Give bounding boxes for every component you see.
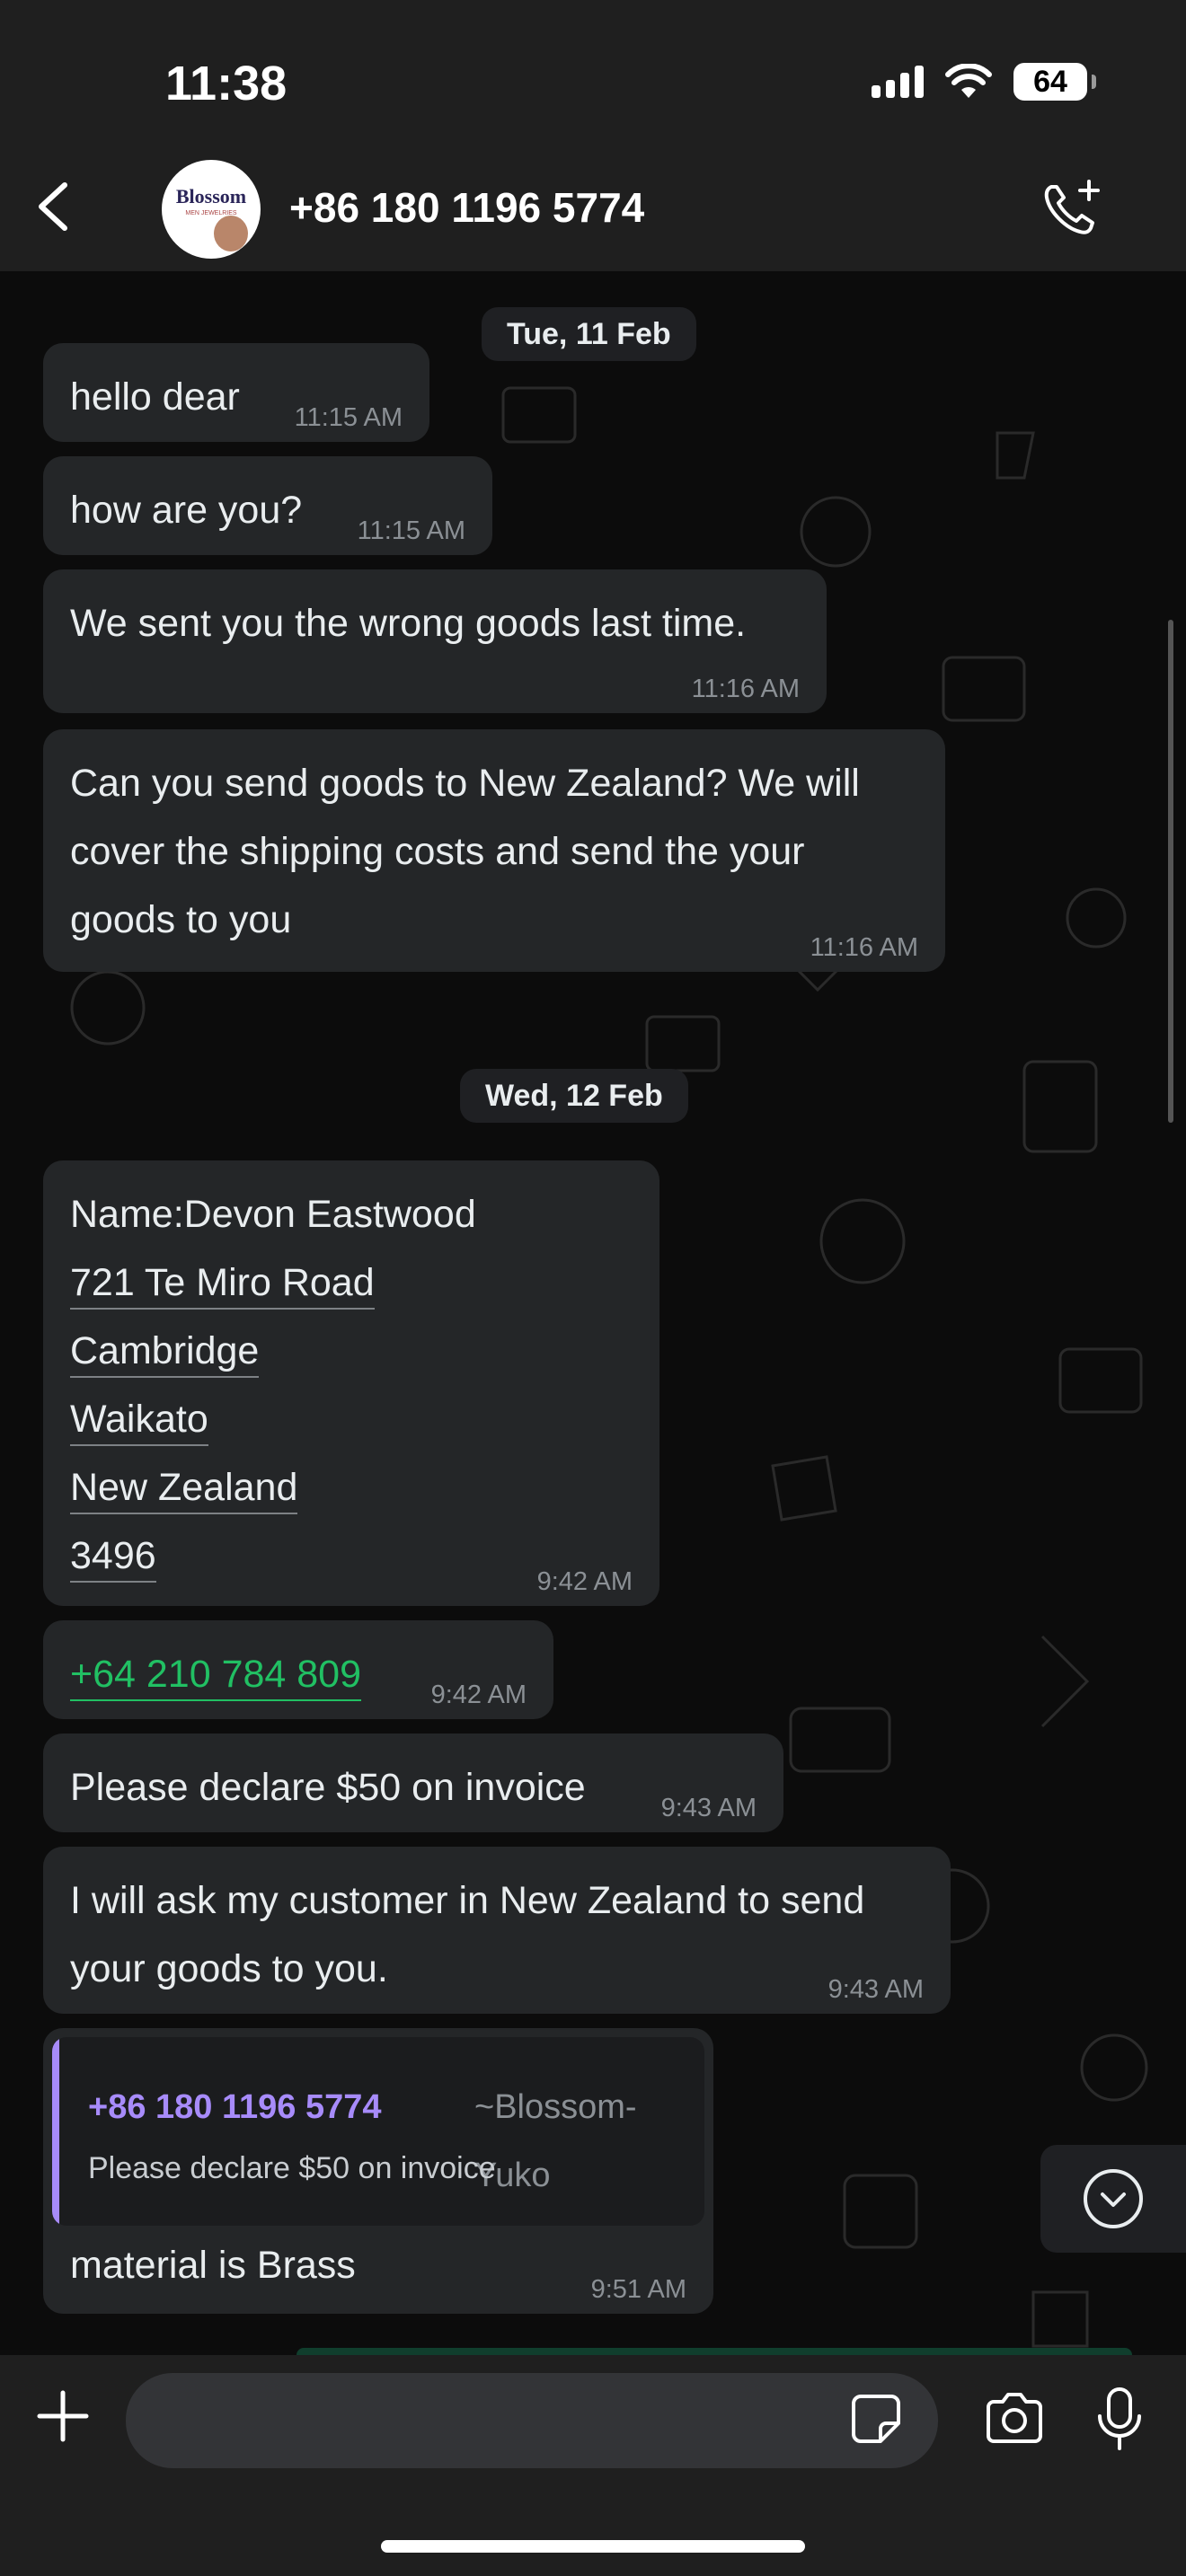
address-link[interactable]: 3496: [70, 1531, 156, 1583]
message-bubble[interactable]: Please declare $50 on invoice 9:43 AM: [43, 1734, 783, 1832]
date-separator: Wed, 12 Feb: [460, 1069, 688, 1123]
plus-icon[interactable]: [34, 2387, 92, 2445]
message-text: how are you?: [70, 489, 303, 532]
message-time: 9:42 AM: [430, 1681, 527, 1709]
address-link[interactable]: Waikato: [70, 1394, 208, 1446]
message-text: material is Brass: [70, 2244, 356, 2287]
quote-text: Please declare $50 on invoice: [88, 2151, 496, 2185]
address-link[interactable]: 721 Te Miro Road: [70, 1257, 375, 1310]
microphone-icon[interactable]: [1094, 2386, 1145, 2454]
message-text: hello dear: [70, 375, 240, 419]
quote-bar: [52, 2037, 59, 2226]
message-time: 9:43 AM: [828, 1975, 924, 2004]
avatar-brand: Blossom: [175, 185, 247, 207]
quote-sender: +86 180 1196 5774: [88, 2088, 382, 2126]
address-link[interactable]: New Zealand: [70, 1462, 298, 1514]
message-bubble[interactable]: hello dear 11:15 AM: [43, 343, 429, 442]
quote-alias: ~Blossom-Yuko: [474, 2088, 637, 2194]
message-time: 9:43 AM: [660, 1794, 757, 1822]
quoted-message[interactable]: +86 180 1196 5774 ~Blossom-Yuko Please d…: [52, 2037, 704, 2226]
status-time: 11:38: [165, 57, 288, 110]
status-icons: 64: [872, 63, 1096, 101]
message-input[interactable]: [126, 2373, 938, 2468]
sticker-icon[interactable]: [848, 2391, 904, 2447]
home-indicator[interactable]: [381, 2540, 805, 2553]
message-time: 9:42 AM: [536, 1567, 633, 1596]
phone-link[interactable]: +64 210 784 809: [70, 1649, 362, 1701]
scrollbar[interactable]: [1168, 620, 1173, 1123]
message-text: We sent you the wrong goods last time.: [70, 602, 747, 645]
message-time: 11:15 AM: [357, 516, 465, 545]
date-separator: Tue, 11 Feb: [482, 307, 696, 361]
message-bubble[interactable]: We sent you the wrong goods last time. 1…: [43, 569, 827, 713]
avatar[interactable]: Blossom MEN JEWELRIES: [162, 160, 261, 259]
camera-icon[interactable]: [983, 2391, 1046, 2447]
chevron-down-icon: [1084, 2169, 1143, 2228]
message-text: I will ask my customer in New Zealand to…: [70, 1879, 865, 1990]
message-preview-edge: [296, 2348, 1132, 2355]
reply-message[interactable]: +86 180 1196 5774 ~Blossom-Yuko Please d…: [43, 2028, 713, 2314]
avatar-photo: [214, 216, 248, 251]
message-bubble[interactable]: how are you? 11:15 AM: [43, 456, 492, 555]
message-text: Can you send goods to New Zealand? We wi…: [70, 762, 860, 941]
message-time: 11:16 AM: [691, 675, 800, 703]
message-time: 11:15 AM: [294, 403, 403, 432]
message-time: 11:16 AM: [810, 933, 918, 962]
battery-icon: 64: [1013, 63, 1096, 101]
message-bubble[interactable]: Can you send goods to New Zealand? We wi…: [43, 729, 945, 972]
address-name: Name:Devon Eastwood: [70, 1193, 476, 1236]
composer-bar: [0, 2355, 1186, 2576]
contact-name[interactable]: +86 180 1196 5774: [289, 183, 644, 232]
avatar-subtext: MEN JEWELRIES: [185, 210, 237, 216]
wifi-icon: [945, 64, 992, 98]
message-time: 9:51 AM: [590, 2275, 686, 2304]
signal-icon: [872, 66, 924, 98]
add-call-icon[interactable]: [1039, 176, 1105, 243]
address-message[interactable]: Name:Devon Eastwood 721 Te Miro Road Cam…: [43, 1160, 659, 1606]
message-bubble[interactable]: I will ask my customer in New Zealand to…: [43, 1847, 951, 2014]
scroll-to-bottom-button[interactable]: [1040, 2145, 1186, 2253]
chat-area[interactable]: Tue, 11 Feb hello dear 11:15 AM how are …: [0, 271, 1186, 2355]
message-text: Please declare $50 on invoice: [70, 1766, 586, 1809]
message-bubble[interactable]: +64 210 784 809 9:42 AM: [43, 1620, 553, 1719]
back-arrow-icon[interactable]: [29, 180, 83, 234]
address-link[interactable]: Cambridge: [70, 1326, 260, 1378]
chat-header: 11:38 64 Blossom MEN JEWELRIES +86 180 1…: [0, 0, 1186, 272]
